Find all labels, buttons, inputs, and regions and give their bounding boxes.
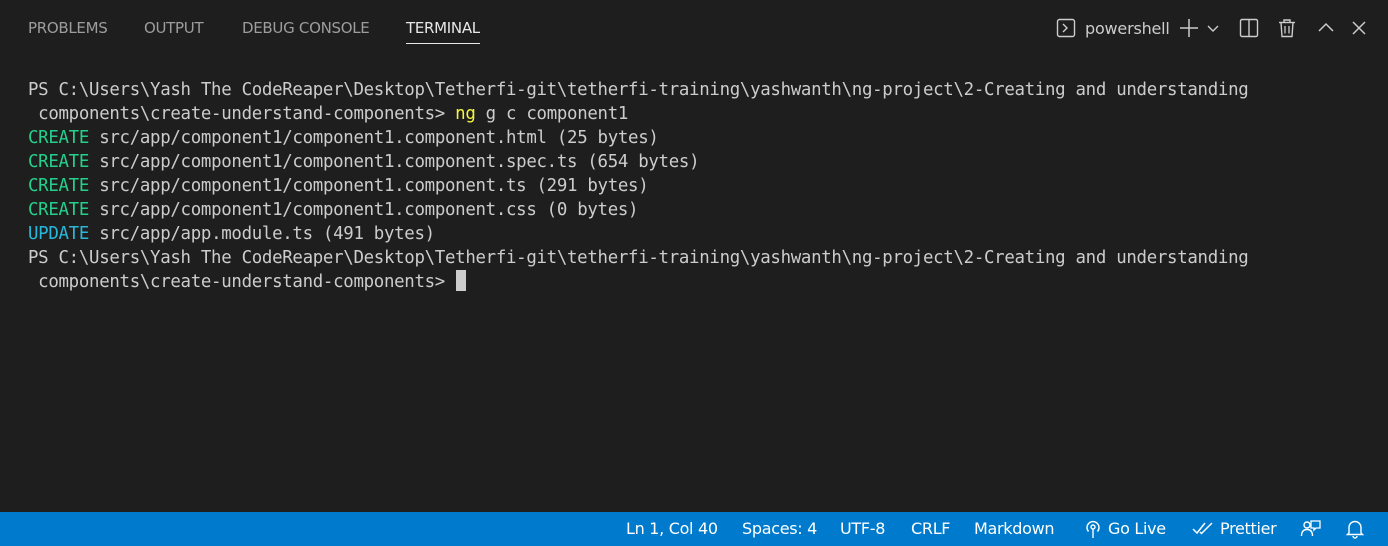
panel-header: PROBLEMS OUTPUT DEBUG CONSOLE TERMINAL p… bbox=[0, 0, 1388, 58]
double-check-icon bbox=[1192, 522, 1213, 535]
output-text: src/app/component1/component1.component.… bbox=[89, 152, 700, 172]
terminal-cursor bbox=[456, 270, 467, 291]
status-indentation[interactable]: Spaces: 4 bbox=[742, 512, 817, 546]
trash-icon[interactable] bbox=[1276, 15, 1298, 41]
status-encoding[interactable]: UTF-8 bbox=[840, 512, 885, 546]
plus-icon[interactable] bbox=[1178, 15, 1200, 41]
terminal-prompt-icon[interactable] bbox=[1055, 15, 1077, 41]
prompt-text: PS C:\Users\Yash The CodeReaper\Desktop\… bbox=[28, 248, 1249, 268]
status-prettier[interactable]: Prettier bbox=[1192, 512, 1277, 546]
prettier-label: Prettier bbox=[1220, 519, 1277, 538]
status-go-live[interactable]: Go Live bbox=[1084, 512, 1166, 546]
terminal-line: components\create-understand-components>… bbox=[28, 102, 1368, 126]
prompt-text: components\create-understand-components> bbox=[28, 272, 456, 292]
status-eol[interactable]: CRLF bbox=[911, 512, 951, 546]
output-kind: CREATE bbox=[28, 200, 90, 220]
command-ng: ng bbox=[455, 104, 476, 124]
terminal-output[interactable]: PS C:\Users\Yash The CodeReaper\Desktop\… bbox=[28, 78, 1368, 294]
terminal-line: PS C:\Users\Yash The CodeReaper\Desktop\… bbox=[28, 78, 1368, 102]
output-kind: UPDATE bbox=[28, 224, 90, 244]
output-text: src/app/app.module.ts (491 bytes) bbox=[89, 224, 435, 244]
status-bar: Ln 1, Col 40 Spaces: 4 UTF-8 CRLF Markdo… bbox=[0, 512, 1388, 546]
terminal-line: UPDATE src/app/app.module.ts (491 bytes) bbox=[28, 222, 1368, 246]
output-kind: CREATE bbox=[28, 152, 90, 172]
status-language[interactable]: Markdown bbox=[974, 512, 1055, 546]
feedback-icon[interactable] bbox=[1300, 512, 1328, 546]
terminal-line: components\create-understand-components> bbox=[28, 270, 1368, 294]
go-live-label: Go Live bbox=[1108, 519, 1166, 538]
tab-debug-console[interactable]: DEBUG CONSOLE bbox=[242, 18, 370, 42]
tab-output[interactable]: OUTPUT bbox=[144, 18, 204, 42]
tab-problems[interactable]: PROBLEMS bbox=[28, 18, 108, 42]
output-text: src/app/component1/component1.component.… bbox=[89, 176, 649, 196]
tab-terminal[interactable]: TERMINAL bbox=[406, 18, 480, 44]
prompt-text: components\create-understand-components> bbox=[28, 104, 456, 124]
terminal-line: CREATE src/app/component1/component1.com… bbox=[28, 198, 1368, 222]
chevron-up-icon[interactable] bbox=[1316, 15, 1336, 41]
output-kind: CREATE bbox=[28, 176, 90, 196]
terminal-line: CREATE src/app/component1/component1.com… bbox=[28, 126, 1368, 150]
close-icon[interactable] bbox=[1349, 15, 1369, 41]
command-args: g c component1 bbox=[475, 104, 629, 124]
output-text: src/app/component1/component1.component.… bbox=[89, 200, 639, 220]
output-kind: CREATE bbox=[28, 128, 90, 148]
terminal-line: CREATE src/app/component1/component1.com… bbox=[28, 174, 1368, 198]
shell-selector[interactable]: powershell bbox=[1085, 15, 1170, 41]
terminal-line: PS C:\Users\Yash The CodeReaper\Desktop\… bbox=[28, 246, 1368, 270]
terminal-line: CREATE src/app/component1/component1.com… bbox=[28, 150, 1368, 174]
bell-icon[interactable] bbox=[1346, 512, 1370, 546]
broadcast-icon bbox=[1086, 520, 1100, 538]
split-icon[interactable] bbox=[1238, 15, 1260, 41]
prompt-text: PS C:\Users\Yash The CodeReaper\Desktop\… bbox=[28, 80, 1249, 100]
status-cursor-position[interactable]: Ln 1, Col 40 bbox=[626, 512, 718, 546]
output-text: src/app/component1/component1.component.… bbox=[89, 128, 659, 148]
chevron-down-icon[interactable] bbox=[1205, 15, 1221, 41]
